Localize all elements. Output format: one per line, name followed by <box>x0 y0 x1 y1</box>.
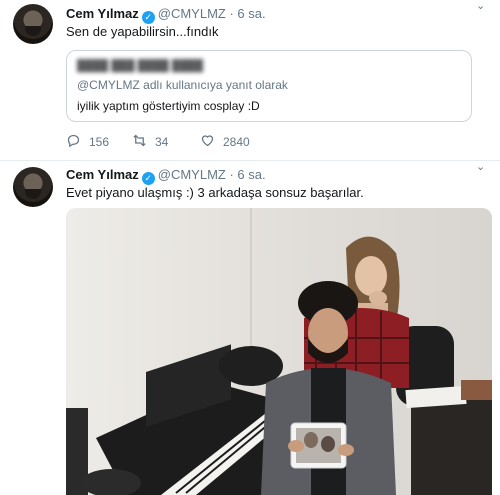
retweet-count: 34 <box>155 135 169 149</box>
reply-count: 156 <box>89 135 110 149</box>
tweet-1[interactable]: Cem Yılmaz ✓ @CMYLMZ · 6 sa. ⌄ Sen de yapa… <box>0 0 500 160</box>
quoted-text: iyilik yaptım göstertiyim cosplay :D <box>77 99 260 113</box>
tweet-photo[interactable] <box>66 208 492 495</box>
like-button[interactable]: 2840 <box>200 133 250 151</box>
tweet-text: Sen de yapabilirsin...fındık <box>66 24 219 39</box>
user-handle[interactable]: @CMYLMZ <box>158 167 226 182</box>
tweet-text: Evet piyano ulaşmış :) 3 arkadaşa sonsuz… <box>66 185 364 200</box>
like-count: 2840 <box>223 135 250 149</box>
user-name[interactable]: Cem Yılmaz <box>66 6 139 21</box>
retweet-button[interactable]: 34 <box>132 133 168 151</box>
more-options-icon[interactable]: ⌄ <box>476 162 488 173</box>
tweet-header: Cem Yılmaz ✓ @CMYLMZ · 6 sa. <box>66 6 266 24</box>
more-options-icon[interactable]: ⌄ <box>476 1 488 12</box>
heart-icon <box>200 133 215 151</box>
reply-icon <box>66 133 81 151</box>
retweet-icon <box>132 133 147 151</box>
tweet-time[interactable]: · 6 sa. <box>229 6 265 21</box>
tweet-time[interactable]: · 6 sa. <box>229 167 265 182</box>
avatar[interactable] <box>13 4 53 44</box>
quoted-reply-context: @CMYLMZ adlı kullanıcıya yanıt olarak <box>77 78 288 92</box>
verified-badge-icon: ✓ <box>141 172 155 185</box>
tweet-header: Cem Yılmaz ✓ @CMYLMZ · 6 sa. <box>66 167 266 185</box>
user-handle[interactable]: @CMYLMZ <box>158 6 226 21</box>
verified-badge-icon: ✓ <box>141 11 155 24</box>
reply-button[interactable]: 156 <box>66 133 109 151</box>
quoted-author-redacted: ████ ███ ████ ████ <box>77 60 204 72</box>
avatar[interactable] <box>13 167 53 207</box>
quoted-tweet[interactable]: ████ ███ ████ ████ @CMYLMZ adlı kullanıc… <box>66 50 472 122</box>
photo-illustration <box>66 208 492 495</box>
user-name[interactable]: Cem Yılmaz <box>66 167 139 182</box>
